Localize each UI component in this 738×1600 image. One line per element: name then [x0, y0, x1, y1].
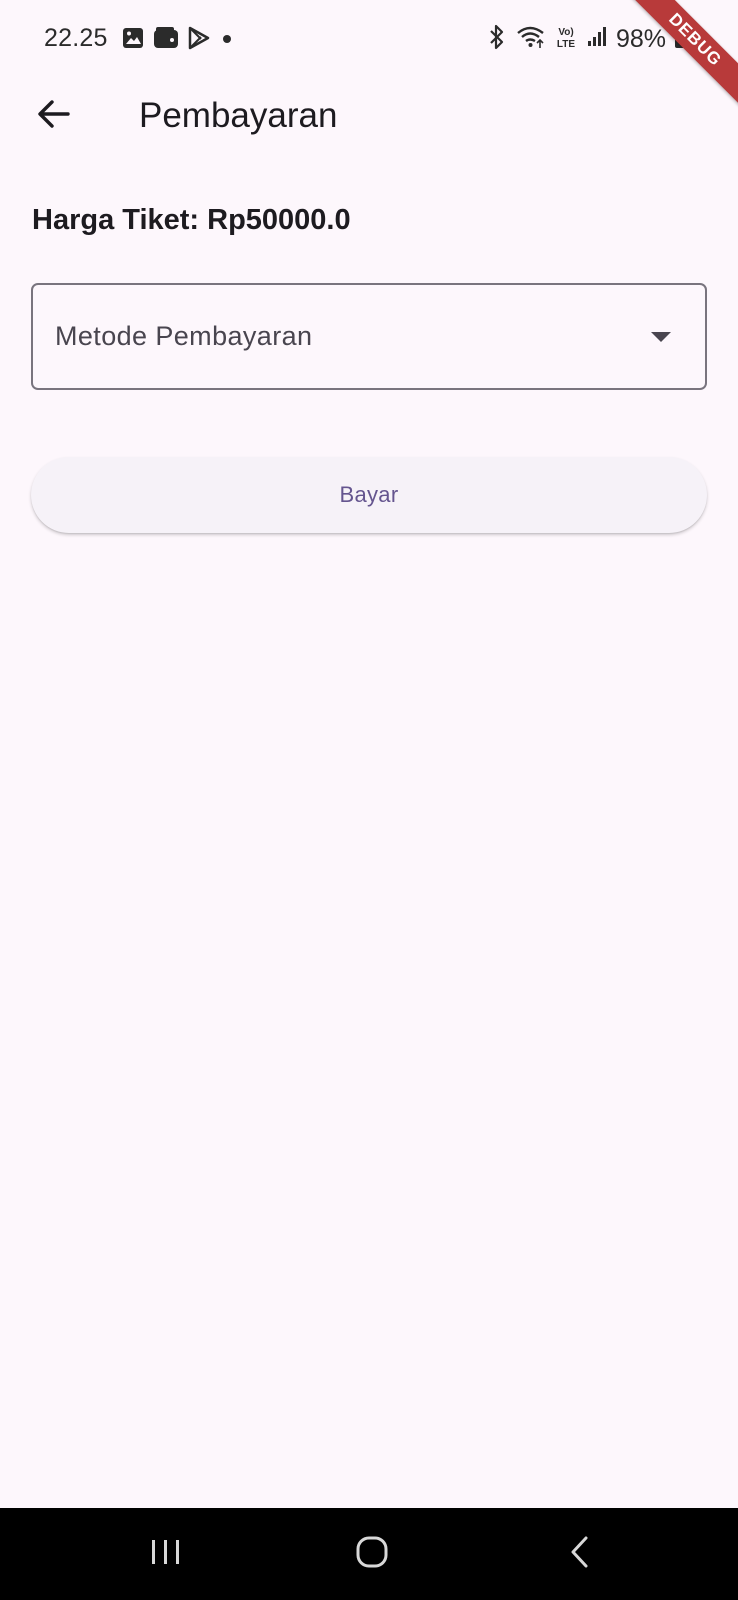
nav-home-button[interactable] — [342, 1530, 402, 1578]
home-icon — [355, 1535, 389, 1574]
pay-button[interactable]: Bayar — [31, 457, 707, 533]
back-icon — [568, 1535, 592, 1574]
ticket-price: Harga Tiket: Rp50000.0 — [32, 204, 351, 236]
gallery-icon — [121, 26, 145, 50]
wifi-icon — [516, 24, 546, 55]
payment-screen: 22.25 Vo) LTE 98% DEBUG Pembayaran Harga… — [0, 0, 738, 1600]
svg-text:Vo): Vo) — [558, 27, 573, 38]
app-bar: Pembayaran — [0, 80, 738, 152]
nav-recents-button[interactable] — [136, 1530, 196, 1578]
volte-icon: Vo) LTE — [554, 24, 578, 55]
battery-percentage: 98% — [615, 25, 666, 53]
arrow-back-icon — [36, 96, 72, 137]
status-system-icons: Vo) LTE 98% — [486, 24, 688, 55]
svg-text:LTE: LTE — [557, 39, 575, 50]
play-store-icon — [187, 26, 211, 50]
recents-icon — [149, 1537, 183, 1572]
status-time: 22.25 — [44, 24, 108, 52]
page-title: Pembayaran — [139, 96, 338, 135]
pay-button-label: Bayar — [339, 482, 399, 507]
status-bar: 22.25 Vo) LTE 98% — [0, 0, 738, 80]
dot-icon — [219, 26, 235, 50]
dropdown-arrow-icon — [651, 331, 671, 349]
payment-method-label: Metode Pembayaran — [55, 321, 313, 351]
back-button[interactable] — [30, 92, 78, 140]
nav-back-button[interactable] — [550, 1530, 610, 1578]
payment-method-dropdown[interactable]: Metode Pembayaran — [31, 283, 707, 390]
system-navigation-bar — [0, 1508, 738, 1600]
bluetooth-icon — [486, 24, 508, 55]
status-notification-icons — [121, 26, 235, 50]
signal-icon — [586, 24, 608, 55]
wallet-icon — [153, 26, 179, 50]
